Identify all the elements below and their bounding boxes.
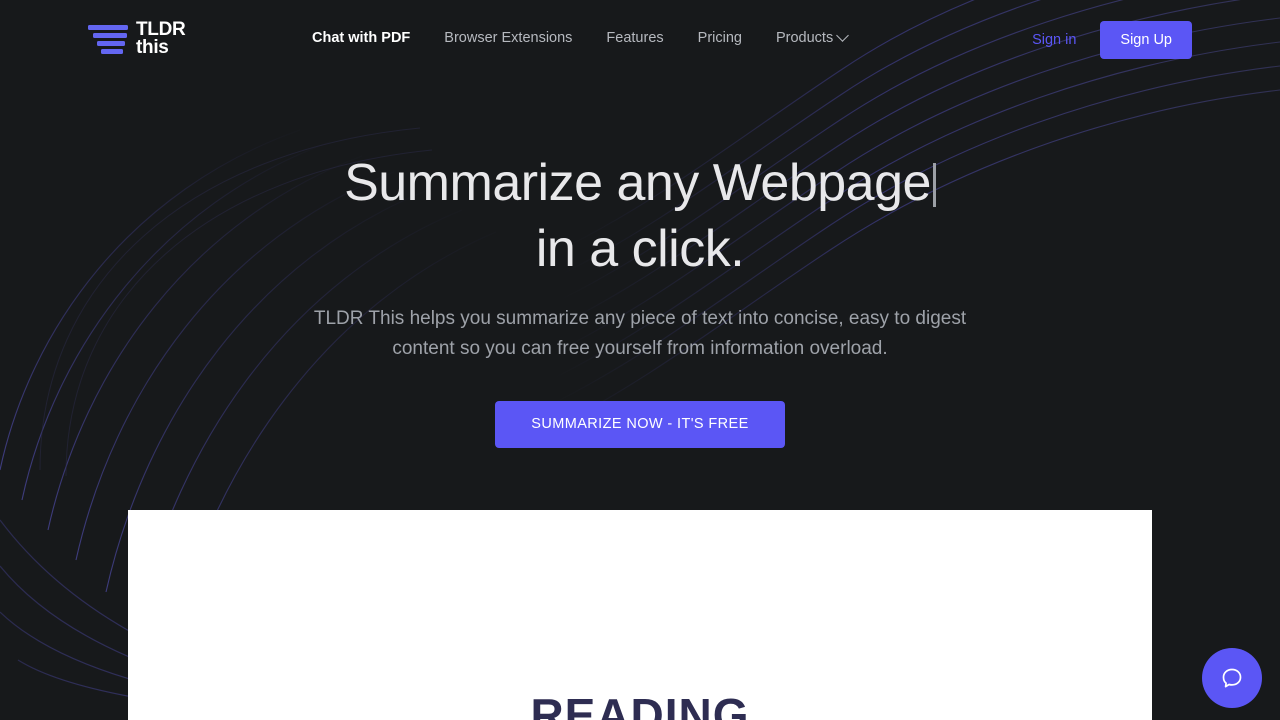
nav-label: Pricing [697,30,742,46]
chevron-down-icon [836,28,850,42]
hero-subtitle-line-1: TLDR This helps you summarize any piece … [313,308,967,330]
nav-label: Features [606,30,664,46]
sign-up-button[interactable]: Sign Up [1100,21,1192,59]
hero-subtitle-line-2: content so you can free yourself from in… [392,338,888,360]
chat-widget-button[interactable] [1202,648,1262,708]
main-navigation: Chat with PDF Browser Extensions Feature… [312,28,864,46]
nav-item-features[interactable]: Features [589,30,680,46]
nav-item-browser-extensions[interactable]: Browser Extensions [427,30,589,46]
nav-item-chat-with-pdf[interactable]: Chat with PDF [312,30,427,46]
tldr-bars-icon [88,24,128,55]
chat-bubble-icon [1222,668,1242,688]
nav-label: Chat with PDF [312,30,411,46]
sign-in-link[interactable]: Sign in [1030,26,1078,54]
logo-text: TLDR this [136,20,186,59]
logo[interactable]: TLDR this [88,20,186,59]
hero-title-line-2: in a click. [535,220,745,279]
nav-label: Products [775,30,834,46]
preview-card: READING [128,510,1152,720]
hero-section: Summarize any Webpage in a click. TLDR T… [0,150,1280,449]
auth-area: Sign in Sign Up [1030,21,1192,59]
hero-title: Summarize any Webpage in a click. [0,150,1280,282]
nav-label: Browser Extensions [444,30,573,46]
preview-heading: READING [530,689,750,720]
hero-subtitle: TLDR This helps you summarize any piece … [0,304,1280,364]
nav-item-pricing[interactable]: Pricing [681,30,759,46]
hero-title-line-1: Summarize any Webpage [344,154,931,212]
summarize-now-button[interactable]: SUMMARIZE NOW - IT'S FREE [495,401,785,449]
logo-line-2: this [136,37,169,59]
nav-item-products[interactable]: Products [759,28,864,46]
typing-caret [932,163,936,207]
site-header: TLDR this Chat with PDF Browser Extensio… [0,0,1280,80]
